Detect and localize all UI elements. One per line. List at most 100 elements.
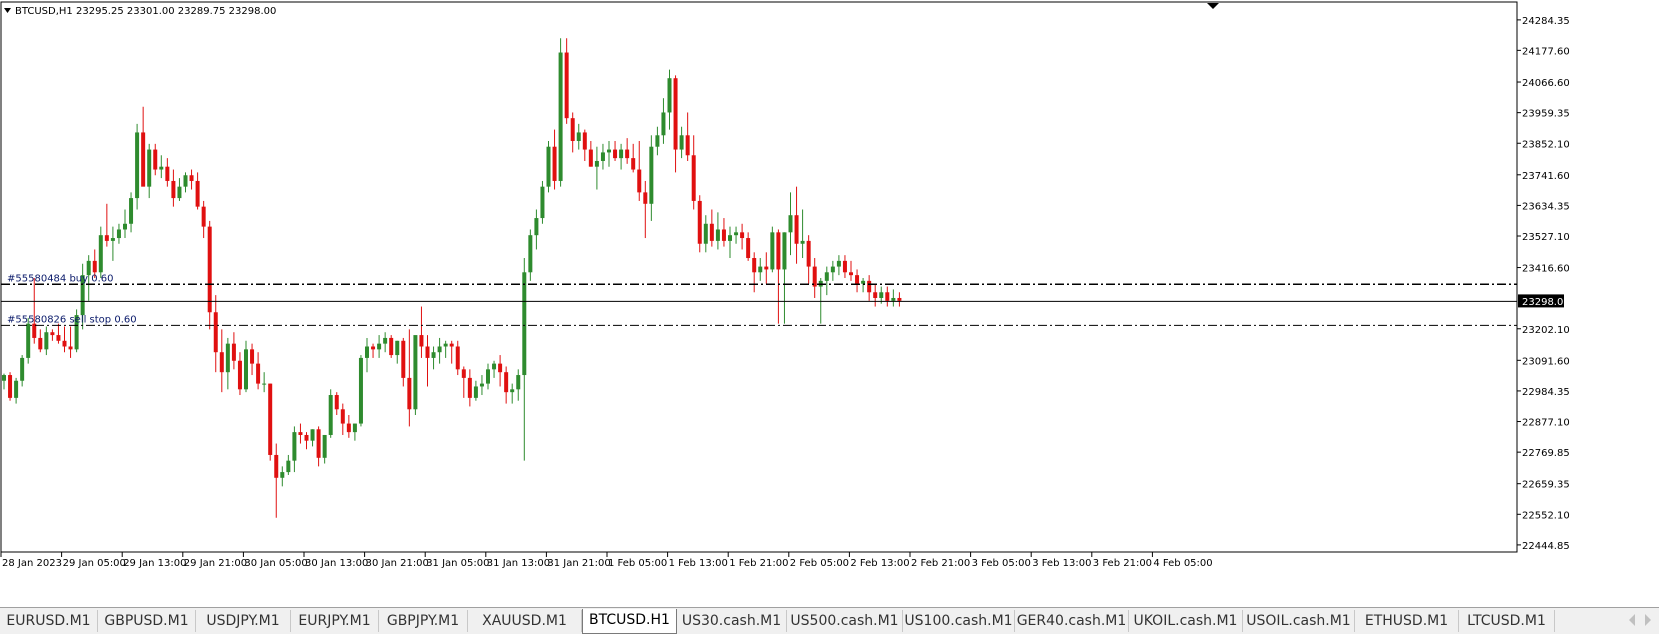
candle-body[interactable] (794, 215, 799, 244)
candle-body[interactable] (431, 352, 436, 358)
candle-body[interactable] (534, 218, 539, 236)
candle-body[interactable] (274, 454, 279, 478)
candle-body[interactable] (98, 235, 103, 273)
candle-body[interactable] (171, 180, 176, 199)
tab-ukoil-cash-m1[interactable]: UKOIL.cash.M1 (1129, 610, 1243, 632)
candle-body[interactable] (782, 232, 787, 270)
candle-body[interactable] (836, 260, 841, 267)
candle-body[interactable] (62, 340, 67, 347)
candle-body[interactable] (655, 135, 660, 147)
candle-body[interactable] (770, 232, 775, 270)
candle-body[interactable] (419, 335, 424, 347)
candle-body[interactable] (244, 349, 248, 390)
tab-ger40-cash-m1[interactable]: GER40.cash.M1 (1015, 610, 1129, 632)
candle-body[interactable] (806, 240, 811, 267)
candle-body[interactable] (231, 343, 236, 361)
candle-body[interactable] (842, 260, 847, 273)
candle-body[interactable] (262, 383, 267, 385)
candle-body[interactable] (135, 132, 140, 199)
tab-ethusd-m1[interactable]: ETHUSD.M1 (1355, 610, 1459, 632)
candle-body[interactable] (104, 235, 109, 241)
candle-body[interactable] (667, 78, 672, 113)
sell-stop-order-label[interactable]: #55580826 sell stop 0.60 (7, 314, 137, 325)
candle-body[interactable] (68, 346, 73, 350)
candle-body[interactable] (788, 215, 793, 233)
candle-body[interactable] (443, 343, 448, 347)
candle-body[interactable] (855, 275, 860, 284)
candle-body[interactable] (709, 223, 714, 241)
candle-body[interactable] (752, 258, 757, 273)
candle-body[interactable] (280, 472, 285, 478)
candle-body[interactable] (504, 372, 509, 393)
candle-body[interactable] (195, 180, 200, 207)
candle-body[interactable] (413, 335, 418, 410)
candle-body[interactable] (703, 223, 708, 244)
candle-body[interactable] (492, 363, 497, 370)
candle-body[interactable] (685, 135, 690, 156)
candle-body[interactable] (116, 229, 121, 239)
tab-eurusd-m1[interactable]: EURUSD.M1 (0, 610, 98, 632)
candle-body[interactable] (873, 292, 878, 298)
tab-gbpjpy-m1[interactable]: GBPJPY.M1 (379, 610, 468, 632)
candle-body[interactable] (183, 175, 188, 187)
candle-body[interactable] (225, 343, 230, 373)
candle-body[interactable] (764, 266, 769, 270)
candle-body[interactable] (607, 149, 611, 153)
candle-body[interactable] (219, 352, 224, 373)
candle-body[interactable] (298, 432, 303, 435)
tab-scroll-right-icon[interactable] (1645, 614, 1651, 626)
candle-body[interactable] (461, 369, 466, 378)
candle-body[interactable] (401, 340, 406, 378)
candle-body[interactable] (177, 186, 182, 199)
candle-body[interactable] (885, 292, 890, 301)
candle-body[interactable] (467, 377, 472, 398)
candle-body[interactable] (552, 146, 557, 181)
candle-body[interactable] (691, 155, 696, 201)
candle-body[interactable] (588, 149, 593, 167)
tab-us30-cash-m1[interactable]: US30.cash.M1 (677, 610, 787, 632)
chart-area[interactable]: #55580484 buy 0.60 #55580826 sell stop 0… (0, 0, 1659, 607)
candle-body[interactable] (365, 346, 369, 358)
candle-body[interactable] (316, 429, 321, 458)
candle-body[interactable] (697, 200, 702, 244)
candle-body[interactable] (286, 460, 291, 473)
candle-body[interactable] (56, 335, 61, 341)
candle-body[interactable] (322, 434, 327, 458)
candle-body[interactable] (449, 343, 454, 347)
candle-body[interactable] (740, 232, 745, 239)
candle-body[interactable] (383, 337, 388, 344)
candle-body[interactable] (129, 198, 134, 224)
candle-body[interactable] (437, 346, 442, 353)
candle-body[interactable] (38, 337, 43, 350)
candle-body[interactable] (661, 112, 666, 136)
candle-body[interactable] (358, 357, 363, 424)
candle-body[interactable] (346, 423, 351, 433)
candle-body[interactable] (165, 166, 170, 181)
candle-body[interactable] (479, 383, 484, 387)
candle-body[interactable] (189, 175, 194, 181)
candle-body[interactable] (546, 146, 551, 187)
candle-body[interactable] (498, 363, 503, 373)
tab-us100-cash-m1[interactable]: US100.cash.M1 (903, 610, 1015, 632)
candle-body[interactable] (891, 297, 896, 301)
candle-body[interactable] (576, 132, 581, 141)
candle-body[interactable] (425, 346, 430, 358)
tab-usoil-cash-m1[interactable]: USOIL.cash.M1 (1243, 610, 1355, 632)
candle-body[interactable] (867, 280, 872, 293)
candle-body[interactable] (516, 375, 521, 390)
tab-eurjpy-m1[interactable]: EURJPY.M1 (291, 610, 379, 632)
candle-body[interactable] (159, 166, 164, 170)
candle-body[interactable] (147, 149, 152, 187)
candle-body[interactable] (824, 272, 829, 281)
candle-body[interactable] (594, 160, 599, 167)
candle-body[interactable] (540, 186, 545, 219)
candle-body[interactable] (582, 132, 587, 150)
candle-body[interactable] (141, 132, 146, 187)
candle-body[interactable] (268, 383, 273, 455)
tab-gbpusd-m1[interactable]: GBPUSD.M1 (98, 610, 196, 632)
candle-body[interactable] (123, 223, 127, 230)
candle-body[interactable] (619, 149, 624, 159)
candle-body[interactable] (486, 369, 490, 384)
candle-body[interactable] (328, 395, 333, 435)
candle-body[interactable] (2, 375, 6, 381)
